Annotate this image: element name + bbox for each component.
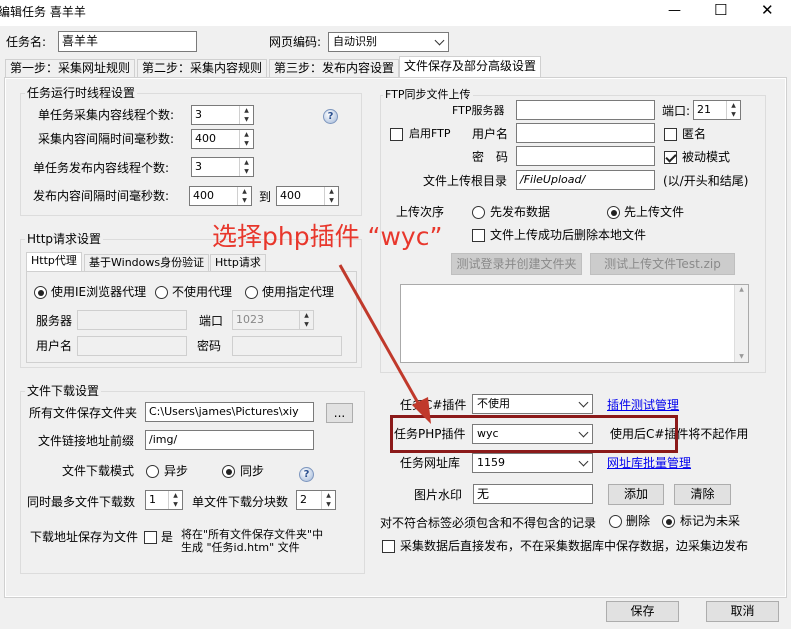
annotation-arrow <box>338 264 431 424</box>
annotation-text: 选择php插件 “wyc” <box>212 222 443 251</box>
annotation-arrow-shaft <box>338 264 424 411</box>
annotation-arrow-head <box>412 397 431 424</box>
